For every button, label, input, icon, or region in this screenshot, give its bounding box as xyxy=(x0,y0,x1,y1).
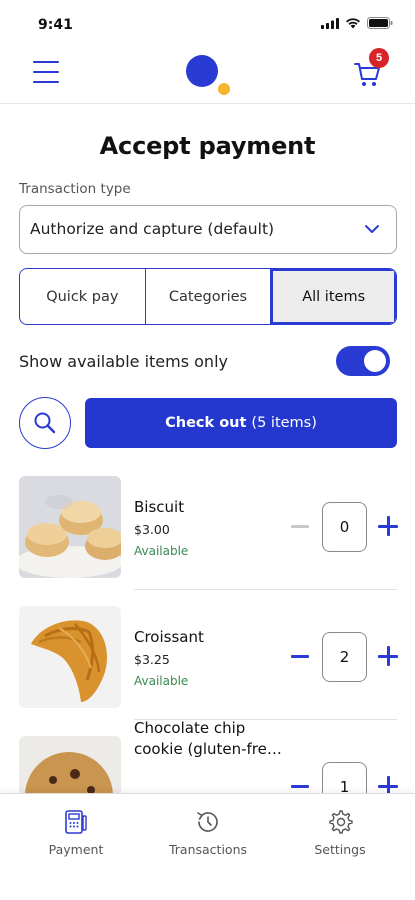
gear-icon xyxy=(329,810,353,834)
croissant-image xyxy=(19,606,121,708)
menu-icon-bar xyxy=(33,71,59,73)
decrease-quantity-button[interactable] xyxy=(289,515,311,537)
chevron-down-icon xyxy=(365,225,379,233)
checkout-count: (5 items) xyxy=(251,415,317,431)
item-name: Biscuit xyxy=(134,498,185,516)
quantity-field[interactable]: 0 xyxy=(322,502,367,552)
item-status: Available xyxy=(134,544,189,558)
status-bar: 9:41 xyxy=(0,0,415,46)
transaction-type-value: Authorize and capture (default) xyxy=(30,220,275,238)
tab-all-items[interactable]: All items xyxy=(271,269,396,324)
transaction-type-select[interactable]: Authorize and capture (default) xyxy=(19,205,397,254)
item-price: $3.25 xyxy=(134,652,170,667)
app-logo xyxy=(186,55,230,95)
item-status: Available xyxy=(134,674,189,688)
nav-transactions[interactable]: Transactions xyxy=(153,808,263,868)
nav-settings[interactable]: Settings xyxy=(285,808,395,868)
nav-label: Settings xyxy=(314,842,366,857)
clock-history-icon xyxy=(197,812,218,832)
nav-label: Payment xyxy=(48,842,104,857)
status-icons xyxy=(321,17,393,29)
item-price: $3.00 xyxy=(134,522,170,537)
view-tabs: Quick pay Categories All items xyxy=(19,268,397,325)
nav-label: Transactions xyxy=(168,842,248,857)
available-only-toggle[interactable] xyxy=(336,346,390,376)
toggle-knob xyxy=(364,350,386,372)
menu-button[interactable] xyxy=(33,59,61,85)
available-only-label: Show available items only xyxy=(19,352,228,371)
minus-icon xyxy=(291,655,309,658)
decrease-quantity-button[interactable] xyxy=(289,645,311,667)
status-time: 9:41 xyxy=(38,17,73,33)
menu-icon xyxy=(33,61,59,63)
search-icon xyxy=(34,412,56,434)
checkout-label: Check out xyxy=(165,415,247,431)
nav-payment[interactable]: Payment xyxy=(21,808,131,868)
increase-quantity-button[interactable] xyxy=(377,515,399,537)
item-name: Chocolate chip cookie (gluten-fre… xyxy=(134,719,282,758)
bottom-nav: Payment Transactions Settings xyxy=(0,793,415,885)
increase-quantity-button[interactable] xyxy=(377,645,399,667)
page-title: Accept payment xyxy=(99,132,316,160)
cart-button[interactable]: 5 xyxy=(353,48,389,90)
quantity-field[interactable]: 2 xyxy=(322,632,367,682)
list-item: Biscuit $3.00 Available 0 xyxy=(19,460,399,590)
list-item: Croissant $3.25 Available 2 xyxy=(19,590,399,720)
battery-icon xyxy=(367,17,393,29)
tab-quick-pay[interactable]: Quick pay xyxy=(20,269,146,324)
item-name: Croissant xyxy=(134,628,204,646)
home-indicator-area xyxy=(0,885,415,900)
cart-count-badge: 5 xyxy=(369,48,389,68)
tab-categories[interactable]: Categories xyxy=(146,269,272,324)
transaction-type-label: Transaction type xyxy=(19,181,131,197)
cellular-signal-icon xyxy=(321,17,339,29)
minus-icon xyxy=(291,525,309,528)
minus-icon xyxy=(291,785,309,788)
biscuit-image xyxy=(19,476,121,578)
search-button[interactable] xyxy=(19,397,71,449)
checkout-button[interactable]: Check out (5 items) xyxy=(85,398,397,448)
menu-icon-bar xyxy=(33,81,59,83)
app-header: 5 xyxy=(0,46,415,104)
payment-terminal-icon xyxy=(65,810,87,834)
wifi-icon xyxy=(346,18,360,29)
